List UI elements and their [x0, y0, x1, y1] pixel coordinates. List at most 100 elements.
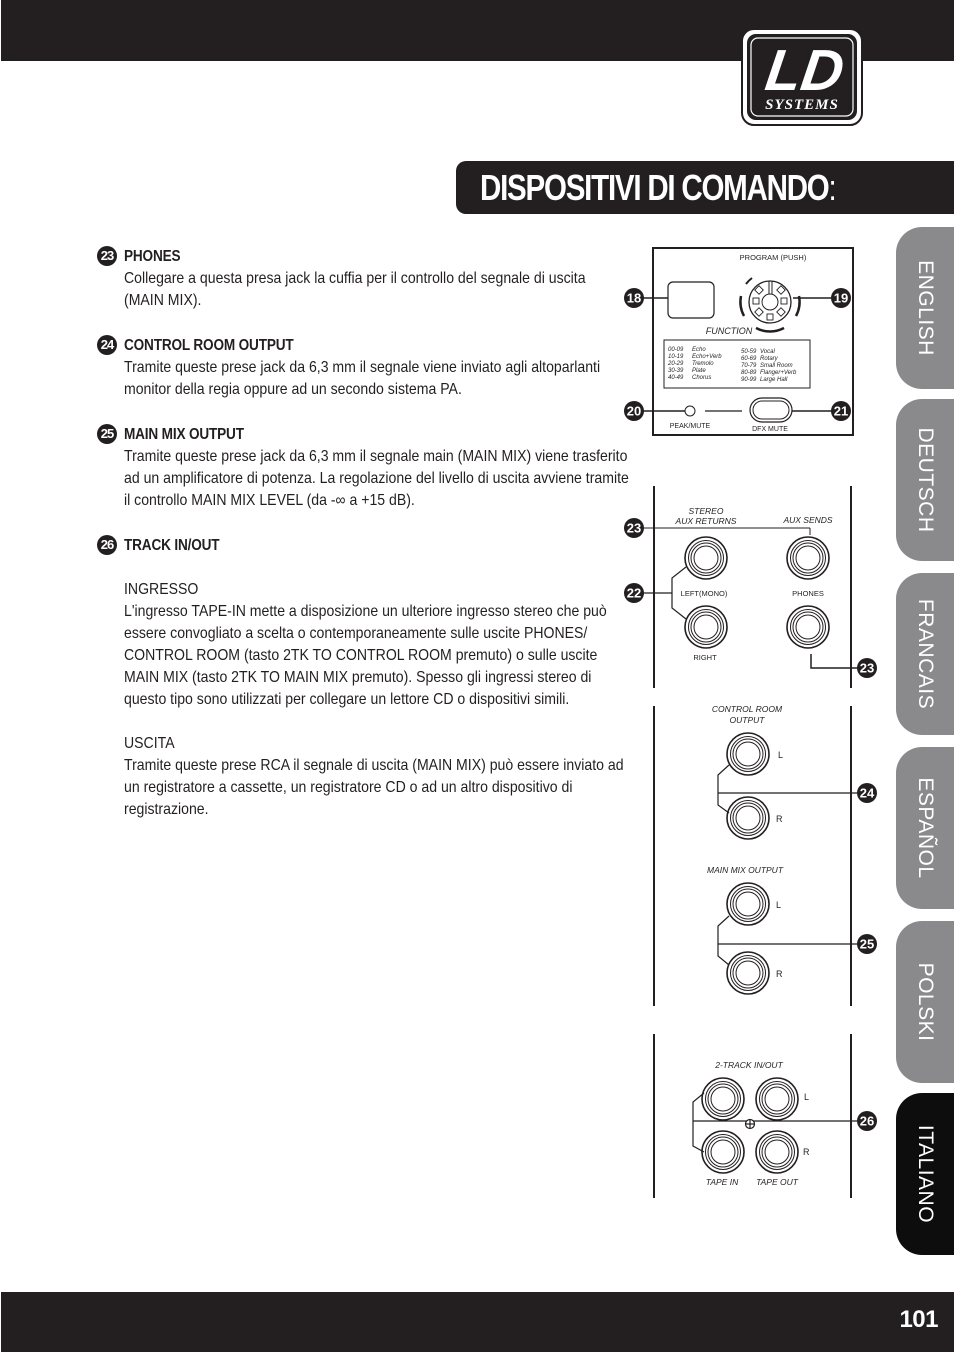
svg-text:Rotary: Rotary — [760, 356, 779, 362]
footer-bar: 101 — [1, 1292, 954, 1352]
svg-text:TAPE OUT: TAPE OUT — [756, 1177, 799, 1187]
section-text: Tramite queste prese jack da 6,3 mm il s… — [124, 446, 654, 512]
section-text: Tramite queste prese jack da 6,3 mm il s… — [124, 357, 654, 401]
svg-text:23: 23 — [860, 661, 874, 676]
svg-text:2-TRACK IN/OUT: 2-TRACK IN/OUT — [714, 1060, 783, 1070]
main-mix-l-jack[interactable] — [726, 882, 770, 926]
svg-text:AUX RETURNS: AUX RETURNS — [675, 516, 737, 526]
tape-out-l-jack[interactable] — [755, 1077, 799, 1121]
text-line: CONTROL ROOM (tasto 2TK TO CONTROL ROOM … — [124, 647, 598, 664]
section-title: PHONES — [124, 248, 181, 265]
tab-francais[interactable]: FRANCAIS — [896, 573, 954, 735]
subsection-heading: USCITA — [124, 735, 175, 752]
svg-text:TAPE IN: TAPE IN — [706, 1177, 739, 1187]
page-number: 101 — [899, 1306, 938, 1333]
svg-text:PHONES: PHONES — [792, 589, 824, 598]
tape-panel: 2-TRACK IN/OUT L R TAPE IN TAPE OUT 26 — [653, 1034, 877, 1198]
svg-text:20-29: 20-29 — [667, 361, 684, 367]
section-title: TRACK IN/OUT — [124, 537, 220, 554]
callout-19: 19 — [831, 288, 851, 308]
callout-24: 24 — [857, 783, 877, 803]
text-line: un registratore a cassette, un registrat… — [124, 779, 573, 796]
text-line: Tramite queste prese RCA il segnale di u… — [124, 757, 624, 774]
svg-text:19: 19 — [834, 291, 848, 306]
logo-brand: LD — [762, 38, 848, 103]
svg-text:STEREO: STEREO — [689, 506, 724, 516]
dfx-mute-label: DFX MUTE — [752, 426, 788, 433]
dfx-mute-button[interactable] — [749, 397, 793, 423]
preset-list-right: 50-59 Vocal 60-69 Rotary 70-79 Small Room 8… — [741, 349, 797, 383]
svg-text:70-79: 70-79 — [741, 363, 757, 369]
svg-text:Vocal: Vocal — [760, 349, 775, 355]
tab-label: DEUTSCH — [914, 427, 937, 533]
tab-label: POLSKI — [914, 962, 937, 1042]
svg-text:L: L — [804, 1092, 809, 1102]
svg-text:21: 21 — [834, 404, 848, 419]
ground-screw-icon — [744, 1118, 756, 1130]
svg-text:30-39: 30-39 — [668, 368, 684, 374]
text-line: (MAIN MIX). — [124, 292, 202, 309]
svg-text:20: 20 — [627, 404, 641, 419]
svg-text:80-89: 80-89 — [741, 370, 757, 376]
svg-text:Tremolo: Tremolo — [692, 361, 714, 367]
aux-panel: STEREO AUX RETURNS AUX SENDS LEFT(MONO) … — [624, 486, 877, 688]
text-line: monitor della regia oppure ad un secondo… — [124, 381, 462, 398]
program-encoder[interactable] — [739, 277, 801, 333]
number-badge: 25 — [97, 424, 117, 444]
text-line: registrazione. — [124, 801, 209, 818]
tab-label: ITALIANO — [914, 1124, 937, 1224]
section-title: MAIN MIX OUTPUT — [124, 426, 244, 443]
right-jack[interactable] — [684, 605, 728, 649]
callout-23: 23 — [624, 518, 644, 538]
tape-out-r-jack[interactable] — [755, 1130, 799, 1174]
svg-text:Small Room: Small Room — [760, 363, 793, 369]
main-mix-r-jack[interactable] — [726, 951, 770, 995]
display — [667, 281, 715, 319]
svg-text:40-49: 40-49 — [668, 375, 684, 381]
svg-text:OUTPUT: OUTPUT — [730, 715, 766, 725]
tape-in-l-jack[interactable] — [701, 1077, 745, 1121]
page-title: DISPOSITIVI DI COMANDO: — [480, 167, 837, 208]
svg-text:R: R — [776, 814, 783, 824]
preset-list-left: 00-09 Echo 10-19 Echo+Verb 20-29 Tremolo 30… — [667, 347, 722, 381]
svg-text:RIGHT: RIGHT — [693, 653, 717, 662]
callout-26: 26 — [857, 1111, 877, 1131]
svg-text:R: R — [776, 969, 783, 979]
tab-english[interactable]: ENGLISH — [896, 227, 954, 389]
function-label: FUNCTION — [706, 326, 753, 336]
subsection-heading: INGRESSO — [124, 581, 199, 598]
number-badge: 23 — [97, 246, 117, 266]
control-room-l-jack[interactable] — [726, 732, 770, 776]
tab-label: ENGLISH — [914, 260, 937, 356]
svg-text:50-59: 50-59 — [741, 349, 757, 355]
peak-mute-led — [684, 405, 696, 417]
phones-jack[interactable] — [786, 536, 830, 580]
svg-text:Plate: Plate — [692, 368, 706, 374]
aux-send-jack[interactable] — [786, 605, 830, 649]
svg-text:AUX SENDS: AUX SENDS — [782, 515, 832, 525]
tab-polski[interactable]: POLSKI — [896, 921, 954, 1083]
callout-25: 25 — [857, 934, 877, 954]
svg-text:Flanger+Verb: Flanger+Verb — [760, 370, 797, 376]
program-label: PROGRAM (PUSH) — [740, 253, 807, 262]
svg-text:Chorus: Chorus — [692, 375, 711, 381]
text-line: questo tipo sono utilizzati per collegar… — [124, 691, 570, 708]
peak-mute-label: PEAK/MUTE — [670, 423, 711, 430]
text-line: L'ingresso TAPE-IN mette a disposizione … — [124, 603, 607, 620]
tape-in-r-jack[interactable] — [701, 1130, 745, 1174]
text-line: Tramite queste prese jack da 6,3 mm il s… — [124, 359, 601, 376]
tab-deutsch[interactable]: DEUTSCH — [896, 399, 954, 561]
left-mono-jack[interactable] — [684, 536, 728, 580]
section-text: INGRESSO L'ingresso TAPE-IN mette a disp… — [124, 557, 654, 821]
svg-text:90-99: 90-99 — [741, 377, 757, 383]
svg-text:LEFT(MONO): LEFT(MONO) — [681, 589, 728, 598]
control-room-r-jack[interactable] — [726, 796, 770, 840]
svg-text:60-69: 60-69 — [741, 356, 757, 362]
tab-italiano[interactable]: ITALIANO — [896, 1093, 954, 1255]
text-line: essere convogliato a scelta o contempora… — [124, 625, 588, 642]
tab-espanol[interactable]: ESPAÑOL — [896, 747, 954, 909]
svg-text:MAIN MIX OUTPUT: MAIN MIX OUTPUT — [707, 865, 784, 875]
svg-text:R: R — [803, 1147, 810, 1157]
tab-label: FRANCAIS — [914, 598, 937, 710]
text-line: il controllo MAIN MIX LEVEL (da -∞ a +15… — [124, 492, 415, 509]
